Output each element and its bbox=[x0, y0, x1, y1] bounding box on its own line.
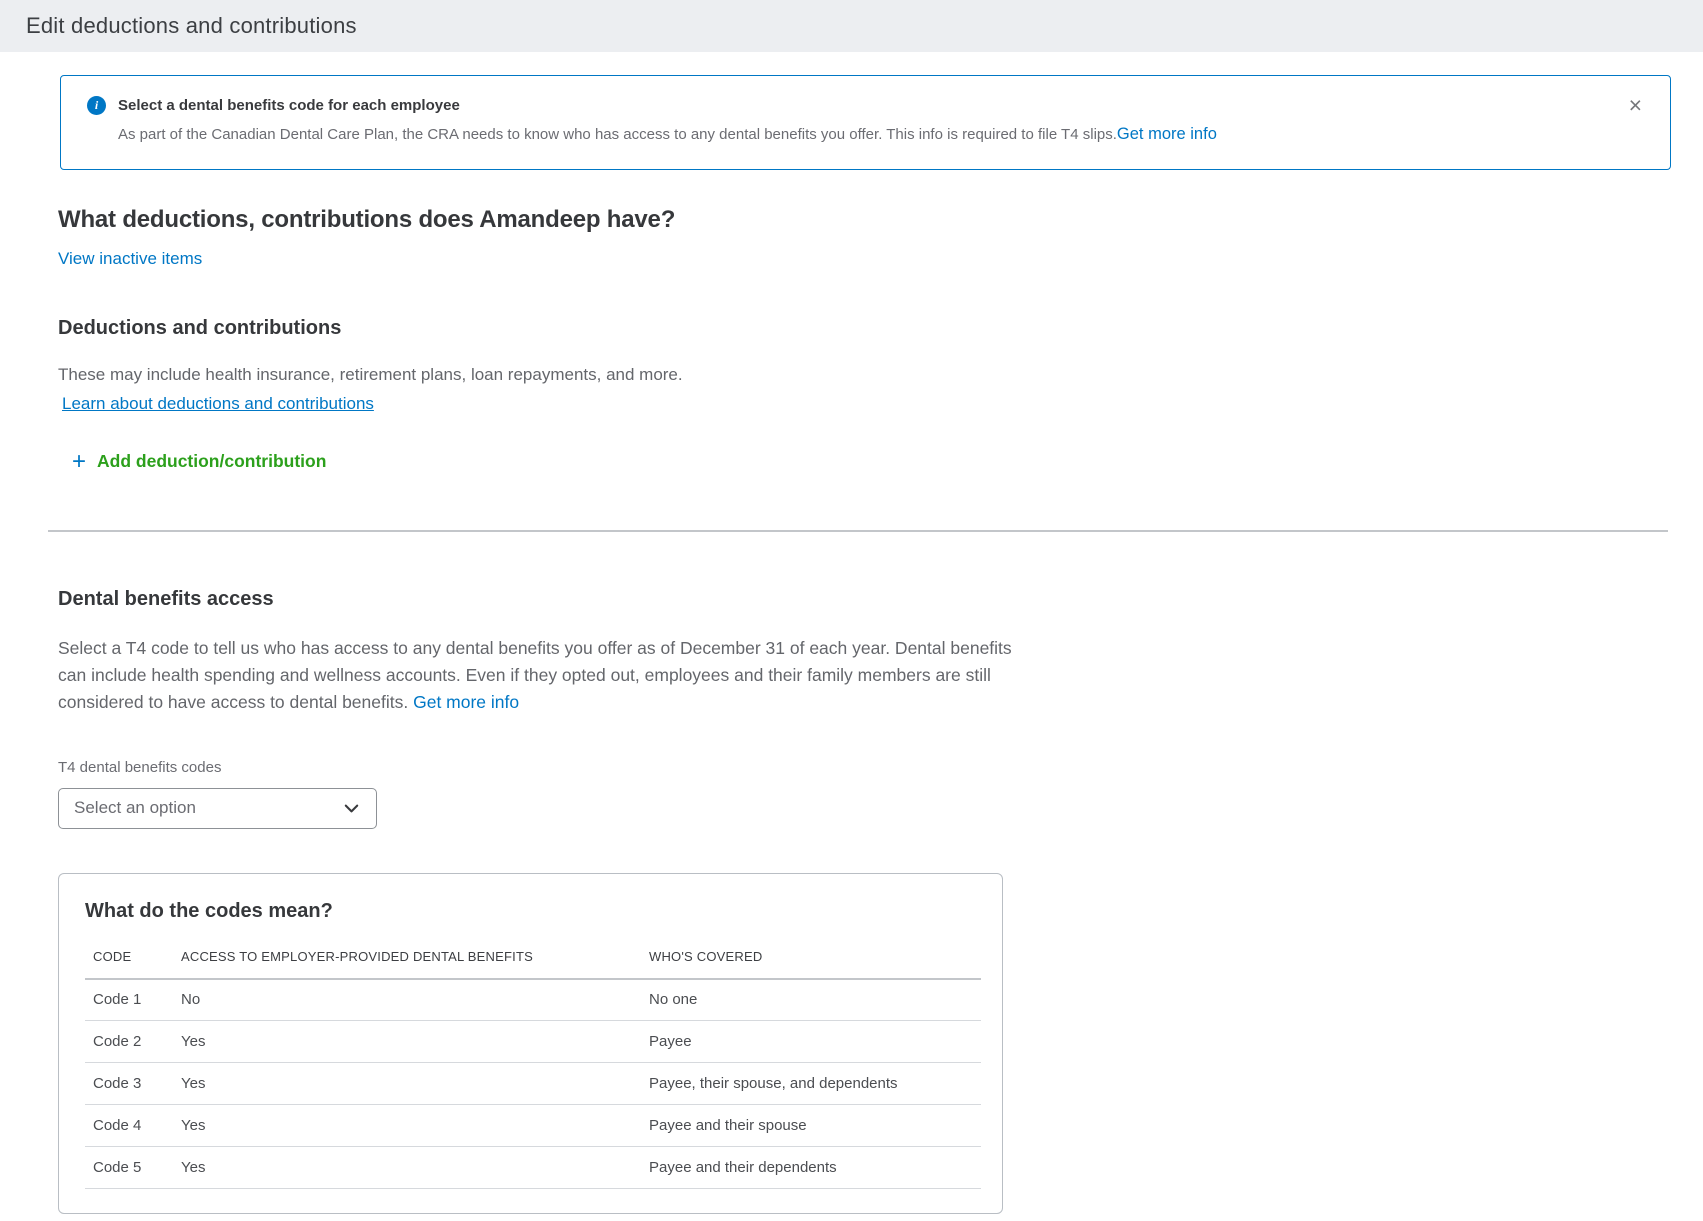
cell-code: Code 1 bbox=[85, 979, 173, 1021]
dental-info-banner: i Select a dental benefits code for each… bbox=[60, 75, 1671, 170]
dental-description: Select a T4 code to tell us who has acce… bbox=[58, 635, 1013, 717]
page-title: Edit deductions and contributions bbox=[26, 13, 357, 39]
cell-covered: Payee bbox=[641, 1021, 981, 1063]
plus-icon: + bbox=[72, 450, 86, 474]
cell-access: Yes bbox=[173, 1105, 641, 1147]
banner-body-text: As part of the Canadian Dental Care Plan… bbox=[118, 126, 1117, 143]
learn-about-deductions-link[interactable]: Learn about deductions and contributions bbox=[62, 394, 374, 414]
cell-code: Code 4 bbox=[85, 1105, 173, 1147]
cell-covered: Payee and their dependents bbox=[641, 1147, 981, 1189]
dental-description-text: Select a T4 code to tell us who has acce… bbox=[58, 638, 1012, 713]
section-divider bbox=[48, 530, 1668, 532]
info-icon: i bbox=[87, 96, 106, 115]
page-header: Edit deductions and contributions bbox=[0, 0, 1703, 52]
cell-covered: No one bbox=[641, 979, 981, 1021]
deductions-description: These may include health insurance, reti… bbox=[58, 363, 1671, 388]
deductions-section: Deductions and contributions These may i… bbox=[58, 317, 1671, 474]
banner-body: As part of the Canadian Dental Care Plan… bbox=[118, 125, 1610, 144]
codes-card-heading: What do the codes mean? bbox=[85, 900, 978, 923]
dental-benefits-section: Dental benefits access Select a T4 code … bbox=[58, 588, 1671, 1214]
cell-access: No bbox=[173, 979, 641, 1021]
cell-covered: Payee and their spouse bbox=[641, 1105, 981, 1147]
main-content: i Select a dental benefits code for each… bbox=[0, 75, 1703, 1214]
codes-meaning-card: What do the codes mean? CODE ACCESS TO E… bbox=[58, 873, 1003, 1215]
chevron-down-icon bbox=[342, 799, 361, 818]
column-header-code: CODE bbox=[85, 949, 173, 979]
add-deduction-label: Add deduction/contribution bbox=[97, 451, 326, 472]
cell-code: Code 5 bbox=[85, 1147, 173, 1189]
deductions-heading: Deductions and contributions bbox=[58, 317, 1671, 340]
banner-header: i Select a dental benefits code for each… bbox=[87, 96, 1610, 115]
cell-code: Code 3 bbox=[85, 1063, 173, 1105]
table-row: Code 2 Yes Payee bbox=[85, 1021, 981, 1063]
codes-table-header-row: CODE ACCESS TO EMPLOYER-PROVIDED DENTAL … bbox=[85, 949, 981, 979]
add-deduction-button[interactable]: + Add deduction/contribution bbox=[58, 450, 326, 474]
close-icon[interactable]: × bbox=[1629, 94, 1642, 117]
banner-title: Select a dental benefits code for each e… bbox=[118, 97, 460, 114]
view-inactive-items-link[interactable]: View inactive items bbox=[58, 249, 202, 269]
cell-code: Code 2 bbox=[85, 1021, 173, 1063]
table-row: Code 3 Yes Payee, their spouse, and depe… bbox=[85, 1063, 981, 1105]
t4-codes-select-value: Select an option bbox=[74, 798, 196, 818]
table-row: Code 1 No No one bbox=[85, 979, 981, 1021]
dental-get-more-info-link[interactable]: Get more info bbox=[413, 692, 519, 712]
cell-access: Yes bbox=[173, 1063, 641, 1105]
t4-codes-field: T4 dental benefits codes Select an optio… bbox=[58, 759, 1671, 829]
dental-heading: Dental benefits access bbox=[58, 588, 1671, 611]
column-header-covered: WHO'S COVERED bbox=[641, 949, 981, 979]
banner-get-more-info-link[interactable]: Get more info bbox=[1117, 125, 1217, 143]
table-row: Code 5 Yes Payee and their dependents bbox=[85, 1147, 981, 1189]
cell-covered: Payee, their spouse, and dependents bbox=[641, 1063, 981, 1105]
table-row: Code 4 Yes Payee and their spouse bbox=[85, 1105, 981, 1147]
t4-codes-label: T4 dental benefits codes bbox=[58, 759, 1671, 776]
cell-access: Yes bbox=[173, 1147, 641, 1189]
t4-codes-select[interactable]: Select an option bbox=[58, 788, 377, 829]
codes-table: CODE ACCESS TO EMPLOYER-PROVIDED DENTAL … bbox=[85, 949, 981, 1190]
column-header-access: ACCESS TO EMPLOYER-PROVIDED DENTAL BENEF… bbox=[173, 949, 641, 979]
question-heading: What deductions, contributions does Aman… bbox=[58, 206, 1671, 234]
cell-access: Yes bbox=[173, 1021, 641, 1063]
